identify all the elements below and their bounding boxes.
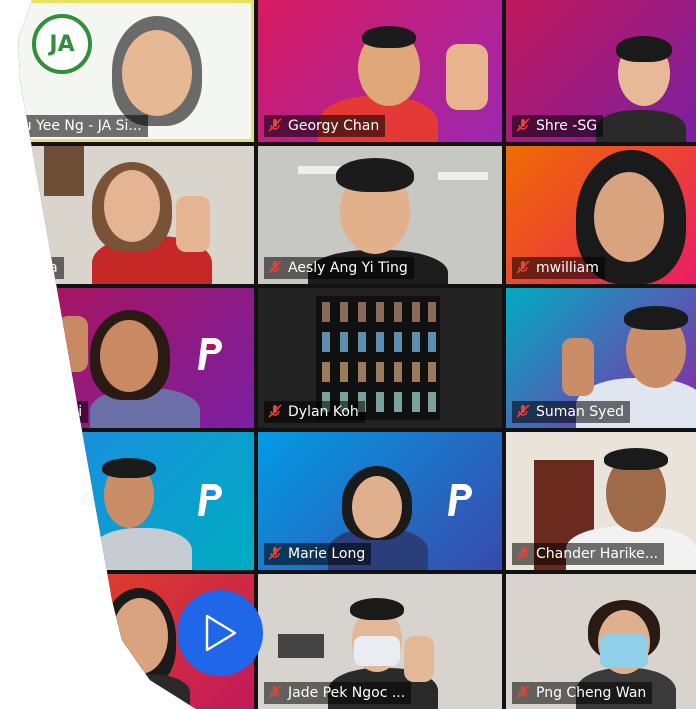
mic-muted-icon xyxy=(516,260,530,274)
thumbs-up xyxy=(176,196,210,252)
participant-name-text: Chander Harike... xyxy=(536,546,659,562)
participant-shirt xyxy=(92,528,192,570)
mic-muted-icon xyxy=(268,118,282,132)
mic-muted-icon xyxy=(516,685,530,699)
play-icon xyxy=(205,614,237,652)
mic-muted-icon xyxy=(516,118,530,132)
wall-shelf xyxy=(278,634,324,658)
participant-name-text: Jade Pek Ngoc ... xyxy=(288,685,406,701)
participant-name[interactable]: Marie Long xyxy=(264,543,372,565)
wall-frame xyxy=(44,146,84,196)
participant-name: ru Lalwani xyxy=(18,401,89,423)
participant-name-text: Georgy Chan xyxy=(288,118,380,134)
participant-name[interactable]: Georgy Chan xyxy=(264,115,386,137)
face-mask xyxy=(600,634,648,668)
participant-tile[interactable]: Chander Harike... xyxy=(506,432,696,570)
participant-name-text: Shre -SG xyxy=(536,118,598,134)
thumbs-up xyxy=(562,338,594,396)
ja-logo: JA xyxy=(32,14,92,74)
participant-face xyxy=(100,320,158,392)
mic-muted-icon xyxy=(268,260,282,274)
participant-hair xyxy=(362,26,416,48)
thumbs-up xyxy=(58,316,88,372)
participant-tile[interactable]: Shre -SG xyxy=(506,0,696,142)
participant-name[interactable]: Png Cheng Wan xyxy=(512,682,653,704)
participant-hair xyxy=(616,36,672,62)
participant-face xyxy=(104,170,160,242)
paypal-logo-icon xyxy=(198,484,222,516)
participant-hair xyxy=(624,306,688,330)
participant-name[interactable]: mwilliam xyxy=(512,257,605,279)
participant-hair xyxy=(604,448,668,470)
participant-hair xyxy=(350,598,404,620)
participant-name[interactable]: Dylan Koh xyxy=(264,401,365,423)
mic-muted-icon xyxy=(516,404,530,418)
mic-muted-icon xyxy=(268,546,282,560)
play-button[interactable] xyxy=(177,590,263,676)
participant-tile[interactable]: ru Lalwani xyxy=(18,288,254,428)
mic-muted-icon xyxy=(268,685,282,699)
participant-face xyxy=(122,30,192,116)
participant-name-text: Dylan Koh xyxy=(288,404,359,420)
participant-tile[interactable]: JA Jau Yee Ng - JA Si... xyxy=(18,0,254,142)
video-call-grid-stage: JA Jau Yee Ng - JA Si... Georgy Chan Shr… xyxy=(0,0,696,709)
mic-muted-icon xyxy=(268,404,282,418)
face-mask xyxy=(354,636,400,666)
thumbs-up xyxy=(404,636,434,682)
participant-name-text: mwilliam xyxy=(536,260,599,276)
participant-name-text: Marie Long xyxy=(288,546,366,562)
participant-face xyxy=(594,172,664,262)
participant-tile[interactable]: ugenia xyxy=(18,146,254,284)
participant-name[interactable]: Suman Syed xyxy=(512,401,630,423)
participant-hair xyxy=(102,458,156,478)
participant-name: Rao xyxy=(18,543,43,565)
participant-tile[interactable]: Rao xyxy=(18,432,254,570)
participant-name: Jau Yee Ng - JA Si... xyxy=(18,115,148,137)
participant-name[interactable]: Jade Pek Ngoc ... xyxy=(264,682,412,704)
participant-name[interactable]: Shre -SG xyxy=(512,115,604,137)
participant-shirt xyxy=(100,674,190,709)
participant-name-text: Png Cheng Wan xyxy=(536,685,647,701)
participant-tile[interactable]: Png Cheng Wan xyxy=(506,574,696,709)
participant-name-text: Aesly Ang Yi Ting xyxy=(288,260,408,276)
participant-hair xyxy=(336,158,414,192)
mic-muted-icon xyxy=(516,546,530,560)
participant-name-text: Suman Syed xyxy=(536,404,624,420)
paypal-logo-icon xyxy=(198,338,222,370)
participant-face xyxy=(352,476,402,538)
thumbs-up xyxy=(446,44,488,110)
participant-name[interactable]: Aesly Ang Yi Ting xyxy=(264,257,414,279)
participant-tile[interactable]: Jade Pek Ngoc ... xyxy=(258,574,502,709)
participant-shirt xyxy=(596,110,686,142)
paypal-logo-icon xyxy=(448,484,472,516)
participant-tile[interactable]: Marie Long xyxy=(258,432,502,570)
participant-name: ugenia xyxy=(18,257,64,279)
participant-tile[interactable]: Dylan Koh xyxy=(258,288,502,428)
participant-tile[interactable]: Georgy Chan xyxy=(258,0,502,142)
ceiling-light xyxy=(438,172,488,180)
video-grid: JA Jau Yee Ng - JA Si... Georgy Chan Shr… xyxy=(18,0,696,709)
participant-face xyxy=(112,598,168,674)
participant-tile[interactable]: Suman Syed xyxy=(506,288,696,428)
participant-name[interactable]: Chander Harike... xyxy=(512,543,665,565)
participant-tile[interactable]: Aesly Ang Yi Ting xyxy=(258,146,502,284)
participant-tile[interactable]: mwilliam xyxy=(506,146,696,284)
